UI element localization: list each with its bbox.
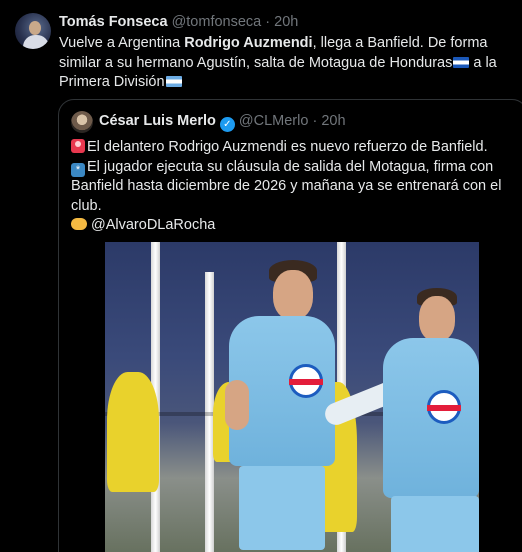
quote-author-avatar[interactable]	[71, 111, 93, 133]
quote-time[interactable]: 20h	[321, 113, 345, 129]
quote-line-text: El delantero Rodrigo Auzmendi es nuevo r…	[87, 139, 488, 155]
tweet-time[interactable]: 20h	[274, 14, 298, 30]
quote-line: * El jugador ejecuta su cláusula de salid…	[71, 158, 511, 217]
tweet-text-part: Vuelve a Argentina	[59, 35, 185, 51]
quote-line: @AlvaroDLaRocha	[71, 216, 511, 236]
author-handle[interactable]: @tomfonseca	[172, 14, 262, 30]
quote-author-name[interactable]: César Luis Merlo	[99, 113, 216, 129]
siren-icon	[71, 139, 85, 153]
tweet-text: Vuelve a Argentina Rodrigo Auzmendi, lle…	[59, 34, 519, 93]
author-name[interactable]: Tomás Fonseca	[59, 14, 168, 30]
tweet-header: Tomás Fonseca @tomfonseca · 20h	[59, 14, 298, 30]
asterisk-icon: *	[71, 162, 85, 177]
verified-badge-icon: ✓	[219, 117, 235, 132]
quote-line-text: El jugador ejecuta su cláusula de salida…	[71, 158, 502, 214]
tweet-photo[interactable]	[105, 242, 479, 552]
separator: ·	[265, 14, 271, 30]
argentina-flag-icon	[165, 76, 182, 87]
quoted-tweet[interactable]: César Luis Merlo ✓ @CLMerlo · 20h El del…	[58, 99, 522, 552]
author-avatar[interactable]	[15, 13, 51, 49]
tweet[interactable]: Tomás Fonseca @tomfonseca · 20h Vuelve a…	[0, 0, 522, 552]
quote-line: El delantero Rodrigo Auzmendi es nuevo r…	[71, 138, 511, 158]
quote-text: El delantero Rodrigo Auzmendi es nuevo r…	[71, 138, 511, 236]
yellow-flag	[107, 372, 159, 492]
handshake-icon	[71, 218, 87, 230]
separator: ·	[312, 113, 318, 129]
honduras-flag-icon	[453, 56, 470, 68]
mention-link[interactable]: @AlvaroDLaRocha	[91, 217, 215, 233]
quote-author-handle[interactable]: @CLMerlo	[239, 113, 309, 129]
player-right	[321, 288, 479, 552]
quote-header: César Luis Merlo ✓ @CLMerlo · 20h	[99, 113, 346, 132]
tweet-text-bold: Rodrigo Auzmendi	[184, 35, 313, 51]
